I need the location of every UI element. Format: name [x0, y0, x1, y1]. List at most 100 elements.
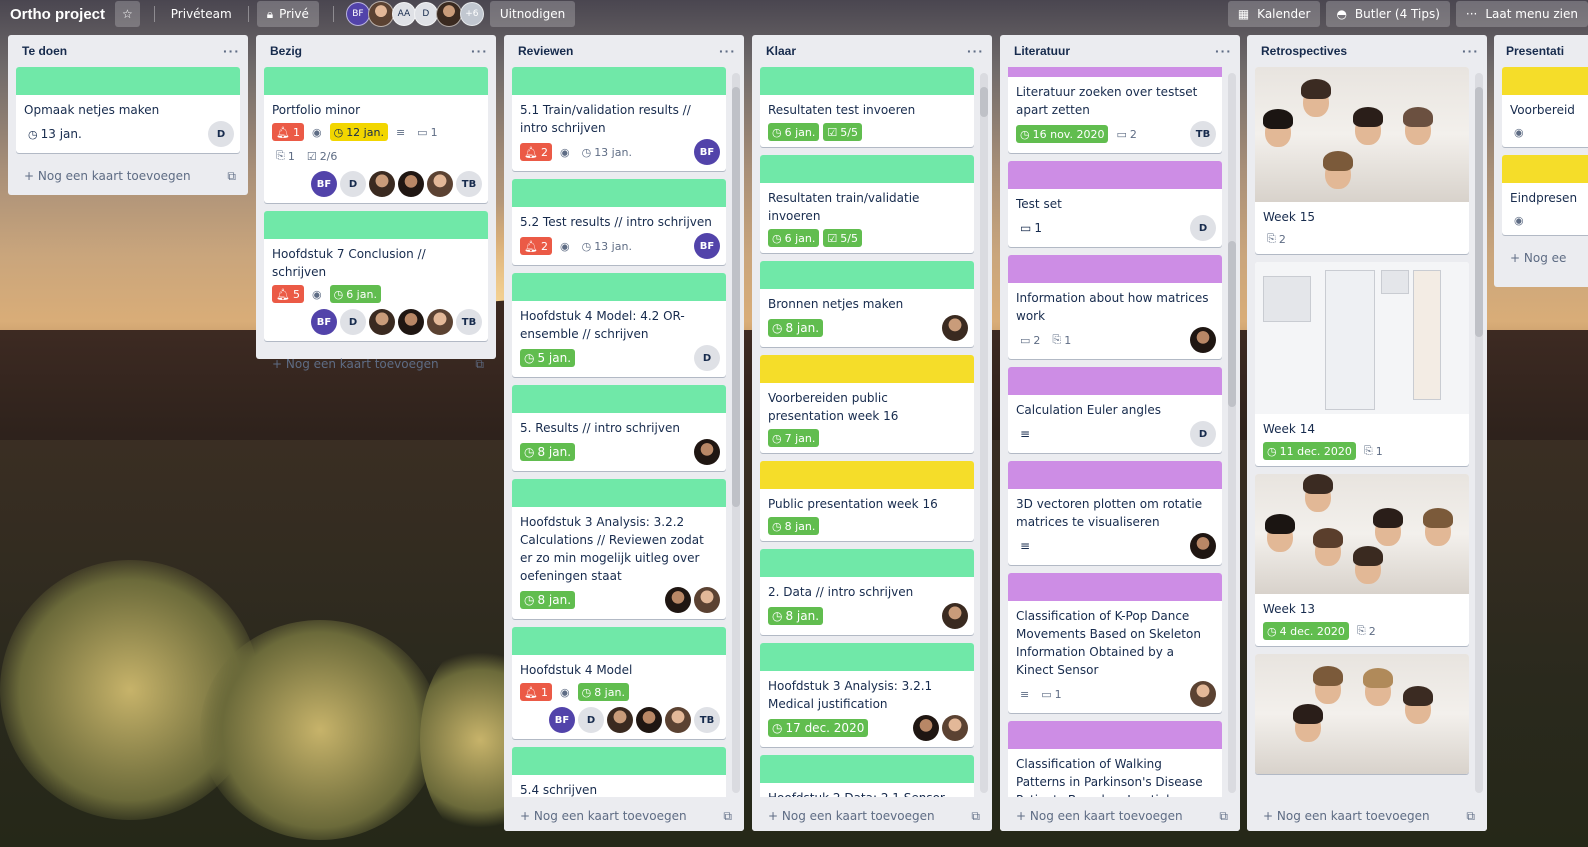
list-menu-icon[interactable]: ···	[719, 43, 736, 59]
list-menu-icon[interactable]: ···	[967, 43, 984, 59]
list-menu-icon[interactable]: ···	[1215, 43, 1232, 59]
card[interactable]: Bronnen netjes maken ◷ 8 jan.	[760, 261, 974, 347]
scroll-thumb[interactable]	[1228, 241, 1236, 407]
list-scrollbar[interactable]	[1475, 73, 1483, 793]
card[interactable]: 2. Data // intro schrijven ◷ 8 jan.	[760, 549, 974, 635]
card[interactable]: Resultaten train/validatie invoeren ◷ 6 j…	[760, 155, 974, 253]
member-avatar[interactable]	[636, 707, 662, 733]
member-avatar[interactable]: BF	[311, 309, 337, 335]
card[interactable]	[1255, 654, 1469, 774]
member-avatar[interactable]: BF	[549, 707, 575, 733]
card[interactable]: Week 13 ◷ 4 dec. 2020 ⎘ 2	[1255, 474, 1469, 646]
list-title[interactable]: Literatuur	[1014, 44, 1070, 58]
visibility-button[interactable]: 🔒︎ Privé	[256, 1, 319, 27]
add-card-button[interactable]: + Nog een kaart toevoegen ⧉	[752, 801, 992, 831]
member-avatar[interactable]: D	[340, 171, 366, 197]
member-avatar[interactable]	[398, 309, 424, 335]
scroll-thumb[interactable]	[732, 87, 740, 507]
member-avatar[interactable]: D	[578, 707, 604, 733]
member-avatar[interactable]	[694, 439, 720, 465]
card[interactable]: Hoofdstuk 4 Model 🔔︎ 1 ◉ ◷ 8 jan. BF D TB	[512, 627, 726, 739]
card[interactable]: Hoofdstuk 3 Analysis: 3.2.2 Calculations…	[512, 479, 726, 619]
member-avatar[interactable]	[694, 587, 720, 613]
template-icon[interactable]: ⧉	[723, 809, 732, 824]
list-title[interactable]: Klaar	[766, 44, 796, 58]
member-avatar[interactable]	[435, 1, 462, 27]
member-avatar[interactable]	[942, 715, 968, 741]
member-avatar[interactable]: AA	[391, 2, 416, 26]
member-avatar[interactable]	[607, 707, 633, 733]
member-avatar[interactable]	[665, 587, 691, 613]
member-avatar[interactable]	[1190, 533, 1216, 559]
member-avatar[interactable]: BF	[694, 233, 720, 259]
add-card-button[interactable]: + Nog een kaart toevoegen ⧉	[1247, 801, 1487, 831]
card[interactable]: Hoofdstuk 2 Data: 2.1 Sensor recordings	[760, 755, 974, 797]
add-card-button[interactable]: + Nog een kaart toevoegen ⧉	[256, 349, 496, 379]
card[interactable]: Portfolio minor 🔔︎ 1 ◉ ◷ 12 jan. ≡ ▭ 1 ⎘ 1 ☑…	[264, 67, 488, 203]
card[interactable]: Classification of Walking Patterns in Pa…	[1008, 721, 1222, 797]
member-avatar[interactable]	[398, 171, 424, 197]
card[interactable]: 5.4 schrijven	[512, 747, 726, 797]
card[interactable]: 5.1 Train/validation results // intro sc…	[512, 67, 726, 171]
member-avatar[interactable]	[369, 171, 395, 197]
scroll-thumb[interactable]	[1475, 87, 1483, 337]
scroll-thumb[interactable]	[980, 87, 988, 117]
template-icon[interactable]: ⧉	[227, 169, 236, 184]
member-avatar[interactable]	[913, 715, 939, 741]
member-avatar[interactable]: D	[413, 2, 438, 26]
card[interactable]: Week 14 ◷ 11 dec. 2020 ⎘ 1	[1255, 262, 1469, 466]
list-title[interactable]: Reviewen	[518, 44, 573, 58]
list-menu-icon[interactable]: ···	[223, 43, 240, 59]
member-avatar[interactable]: TB	[1190, 121, 1216, 147]
card[interactable]: Test set ▭ 1 D	[1008, 161, 1222, 247]
star-button[interactable]: ☆	[115, 1, 140, 27]
member-avatar[interactable]: TB	[694, 707, 720, 733]
template-icon[interactable]: ⧉	[475, 357, 484, 372]
member-avatar[interactable]: TB	[456, 309, 482, 335]
list-menu-icon[interactable]: ···	[1462, 43, 1479, 59]
template-icon[interactable]: ⧉	[971, 809, 980, 824]
member-avatar[interactable]: D	[694, 345, 720, 371]
member-avatar[interactable]	[1190, 327, 1216, 353]
list-scrollbar[interactable]	[1228, 73, 1236, 793]
card[interactable]: Opmaak netjes maken ◷ 13 jan. D	[16, 67, 240, 153]
member-avatar[interactable]: BF	[694, 139, 720, 165]
butler-button[interactable]: ◓ Butler (4 Tips)	[1326, 1, 1450, 27]
card[interactable]: Hoofdstuk 3 Analysis: 3.2.1 Medical just…	[760, 643, 974, 747]
list-scrollbar[interactable]	[732, 73, 740, 793]
member-avatar[interactable]	[942, 315, 968, 341]
card[interactable]: Calculation Euler angles ≡ D	[1008, 367, 1222, 453]
member-avatar[interactable]	[1190, 681, 1216, 707]
member-avatar[interactable]: D	[1190, 421, 1216, 447]
member-avatar[interactable]: D	[1190, 215, 1216, 241]
calendar-button[interactable]: ▦ Kalender	[1227, 1, 1321, 27]
member-avatar[interactable]: TB	[456, 171, 482, 197]
add-card-button[interactable]: + Nog ee	[1494, 243, 1588, 273]
member-avatar[interactable]	[367, 1, 394, 27]
list-scrollbar[interactable]	[980, 73, 988, 793]
card[interactable]: Eindpresen ◉	[1502, 155, 1588, 235]
add-card-button[interactable]: + Nog een kaart toevoegen ⧉	[504, 801, 744, 831]
board-title[interactable]: Ortho project	[0, 6, 115, 23]
template-icon[interactable]: ⧉	[1219, 809, 1228, 824]
card[interactable]: 3D vectoren plotten om rotatie matrices …	[1008, 461, 1222, 565]
add-card-button[interactable]: + Nog een kaart toevoegen ⧉	[1000, 801, 1240, 831]
member-avatar[interactable]	[427, 309, 453, 335]
member-avatar[interactable]	[942, 603, 968, 629]
card[interactable]: Public presentation week 16 ◷ 8 jan.	[760, 461, 974, 541]
show-menu-button[interactable]: ··· Laat menu zien	[1455, 1, 1588, 27]
member-avatar[interactable]	[427, 171, 453, 197]
list-title[interactable]: Te doen	[22, 44, 67, 58]
card[interactable]: 5.2 Test results // intro schrijven 🔔︎ 2 ◉…	[512, 179, 726, 265]
member-avatar[interactable]	[369, 309, 395, 335]
template-icon[interactable]: ⧉	[1466, 809, 1475, 824]
list-title[interactable]: Presentati	[1506, 44, 1564, 58]
card[interactable]: Voorbereid ◉	[1502, 67, 1588, 147]
card[interactable]: 5. Results // intro schrijven ◷ 8 jan.	[512, 385, 726, 471]
card[interactable]: Voorbereiden public presentation week 16…	[760, 355, 974, 453]
list-menu-icon[interactable]: ···	[471, 43, 488, 59]
team-button[interactable]: Privéteam	[163, 7, 240, 21]
member-avatar[interactable]: BF	[345, 2, 370, 26]
card[interactable]: Resultaten test invoeren ◷ 6 jan. ☑ 5/5	[760, 67, 974, 147]
invite-button[interactable]: Uitnodigen	[489, 1, 576, 27]
